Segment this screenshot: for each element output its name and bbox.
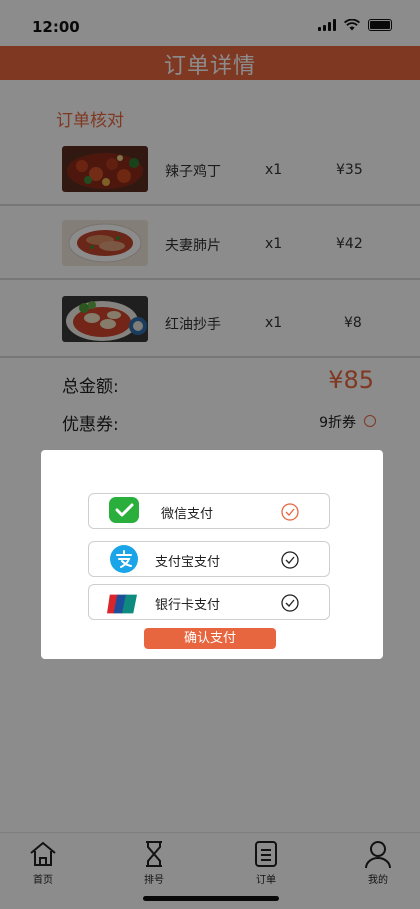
check-circle-icon	[281, 551, 299, 569]
wechat-pay-icon	[109, 497, 139, 523]
pay-option-alipay[interactable]: 支付宝支付	[88, 541, 330, 577]
alipay-icon	[110, 545, 138, 573]
pay-option-label: 微信支付	[161, 507, 214, 522]
confirm-payment-button[interactable]: 确认支付	[144, 628, 276, 649]
pay-option-bank-card[interactable]: 银行卡支付	[88, 584, 330, 620]
pay-option-wechat[interactable]: 微信支付	[88, 493, 330, 529]
unionpay-icon	[107, 594, 137, 614]
check-circle-icon	[281, 594, 299, 612]
payment-modal: 微信支付 支付宝支付 银行卡支付 确认支付	[41, 450, 383, 659]
pay-option-label: 支付宝支付	[155, 555, 221, 570]
pay-option-label: 银行卡支付	[155, 598, 221, 613]
selected-check-icon	[281, 503, 299, 521]
